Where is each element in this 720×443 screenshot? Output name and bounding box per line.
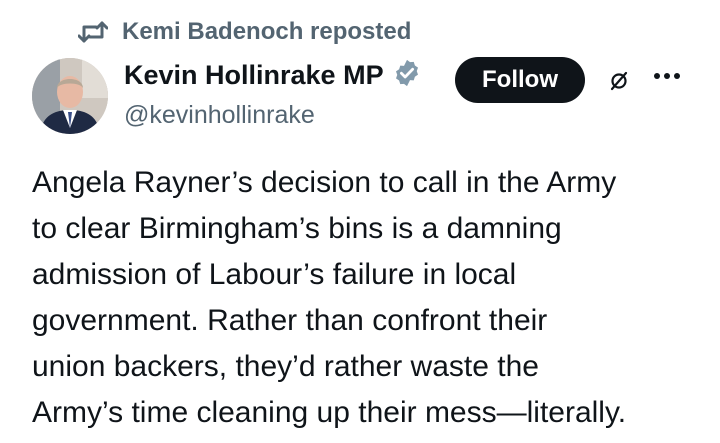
author-display-name[interactable]: Kevin Hollinrake MP [124, 60, 384, 91]
more-dot [674, 73, 680, 79]
repost-label: Kemi Badenoch reposted [122, 18, 412, 45]
repost-icon [78, 19, 108, 45]
author-handle[interactable]: @kevinhollinrake [124, 101, 422, 130]
tweet-text: Angela Rayner’s decision to call in the … [32, 160, 712, 436]
verified-badge-icon[interactable] [392, 58, 422, 93]
more-dot [664, 73, 670, 79]
tweet-line: to clear Birmingham’s bins is a damning [32, 212, 562, 245]
follow-button[interactable]: Follow [455, 57, 585, 103]
author-block: Kevin Hollinrake MP @kevinhollinrake [124, 58, 422, 130]
tweet-line: Angela Rayner’s decision to call in the … [32, 166, 617, 199]
more-icon[interactable] [654, 73, 680, 79]
avatar[interactable] [32, 58, 108, 134]
tweet-line: government. Rather than confront their [32, 304, 548, 337]
tweet-line: admission of Labour’s failure in local [32, 258, 517, 291]
tweet-line: Army’s time cleaning up their mess—liter… [32, 396, 627, 429]
repost-header[interactable]: Kemi Badenoch reposted [78, 18, 411, 46]
grok-icon[interactable] [608, 70, 630, 97]
tweet-line: union backers, they’d rather waste the [32, 350, 539, 383]
more-dot [654, 73, 660, 79]
